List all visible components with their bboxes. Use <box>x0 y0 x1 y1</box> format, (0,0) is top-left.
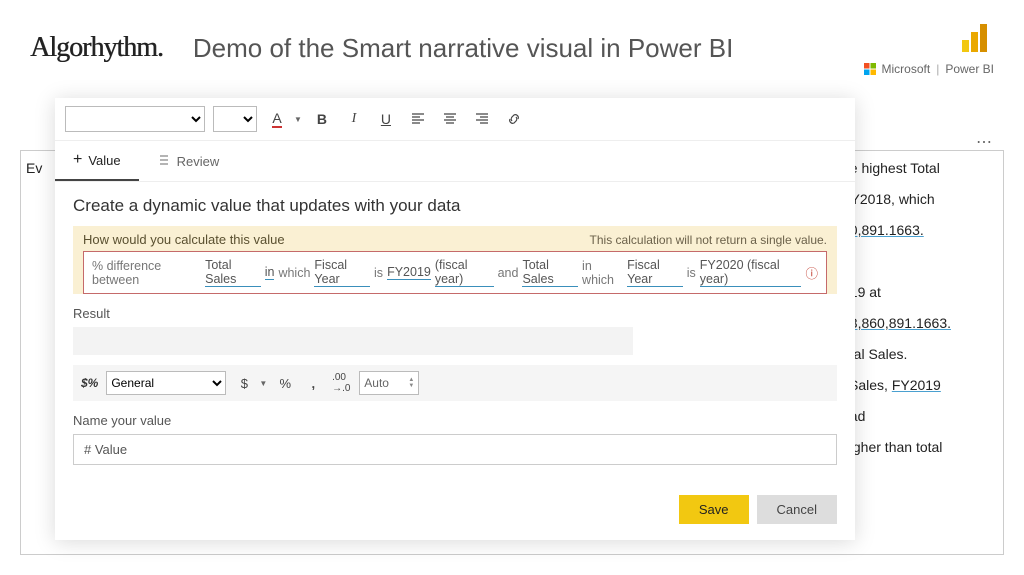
query-input[interactable]: % difference between Total Sales in whic… <box>83 251 827 294</box>
value-name-input[interactable] <box>73 434 837 465</box>
link-button[interactable] <box>502 107 526 131</box>
partial-text: Ev <box>26 160 42 176</box>
font-size-select[interactable] <box>213 106 257 132</box>
thousands-button[interactable]: , <box>303 373 323 393</box>
format-toolbar: $% General $ ▼ % , .00→.0 Auto ▲▼ <box>73 365 837 401</box>
brand-logo: Algorhythm. <box>30 32 163 64</box>
align-right-button[interactable] <box>470 107 494 131</box>
save-button[interactable]: Save <box>679 495 749 524</box>
page-title: Demo of the Smart narrative visual in Po… <box>193 33 733 64</box>
result-label: Result <box>73 306 837 321</box>
microsoft-icon <box>864 63 876 75</box>
error-icon: ⓘ <box>805 263 818 282</box>
powerbi-label: Power BI <box>945 62 994 76</box>
percent-button[interactable]: % <box>275 373 295 393</box>
chevron-down-icon[interactable]: ▼ <box>259 379 267 388</box>
format-type-select[interactable]: General <box>106 371 226 395</box>
smart-narrative-visual[interactable]: he highest Total FY2018, which 60,891.16… <box>842 158 1002 468</box>
currency-button[interactable]: $ <box>234 373 254 393</box>
dialog-tabs: + Value Review <box>55 141 855 182</box>
query-area: How would you calculate this value This … <box>73 226 837 294</box>
tab-value[interactable]: + Value <box>55 141 139 181</box>
query-warning: This calculation will not return a singl… <box>590 233 827 247</box>
text-format-toolbar: A ▼ B I U <box>55 98 855 141</box>
dialog-title: Create a dynamic value that updates with… <box>73 196 837 216</box>
align-center-button[interactable] <box>438 107 462 131</box>
underline-button[interactable]: U <box>374 107 398 131</box>
align-left-button[interactable] <box>406 107 430 131</box>
value-editor-dialog: A ▼ B I U + Value Review Create a dynamic… <box>55 98 855 540</box>
spinner-icon[interactable]: ▲▼ <box>408 377 414 389</box>
query-label: How would you calculate this value <box>83 232 285 247</box>
powerbi-icon <box>958 20 994 56</box>
bold-button[interactable]: B <box>310 107 334 131</box>
app-header: Algorhythm. Demo of the Smart narrative … <box>0 0 1024 86</box>
overflow-menu[interactable]: ⋯ <box>976 132 994 152</box>
plus-icon: + <box>73 151 82 169</box>
result-output <box>73 327 633 355</box>
font-color-button[interactable]: A <box>265 107 289 131</box>
decimals-button[interactable]: .00→.0 <box>331 373 351 393</box>
list-icon <box>157 153 171 170</box>
microsoft-label: Microsoft <box>882 62 931 76</box>
italic-button[interactable]: I <box>342 107 366 131</box>
tab-review[interactable]: Review <box>139 141 238 181</box>
powerbi-branding: Microsoft | Power BI <box>864 20 995 76</box>
cancel-button[interactable]: Cancel <box>757 495 837 524</box>
font-family-select[interactable] <box>65 106 205 132</box>
format-icon: $% <box>81 376 98 390</box>
name-label: Name your value <box>73 413 837 428</box>
auto-select[interactable]: Auto ▲▼ <box>359 371 419 395</box>
chevron-down-icon[interactable]: ▼ <box>294 115 302 124</box>
